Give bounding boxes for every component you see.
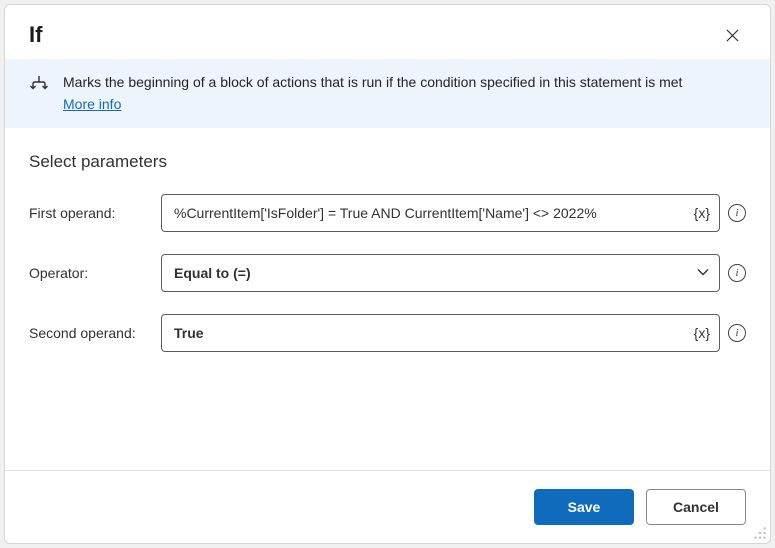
- dialog-title: If: [29, 22, 42, 48]
- variable-picker-icon[interactable]: {x}: [694, 325, 710, 341]
- info-icon-second-operand[interactable]: i: [728, 324, 746, 342]
- variable-picker-icon[interactable]: {x}: [694, 205, 710, 221]
- close-icon: [725, 28, 740, 43]
- if-dialog: If Marks the beginning of a block of act…: [4, 4, 771, 544]
- more-info-link[interactable]: More info: [63, 95, 121, 115]
- row-first-operand: First operand: {x} i: [29, 194, 746, 232]
- dialog-body: Select parameters First operand: {x} i O…: [5, 128, 770, 470]
- dialog-footer: Save Cancel: [5, 470, 770, 543]
- label-operator: Operator:: [29, 265, 153, 281]
- field-first-operand: {x}: [161, 194, 720, 232]
- row-operator: Operator: Equal to (=) i: [29, 254, 746, 292]
- banner-text: Marks the beginning of a block of action…: [63, 73, 682, 114]
- cancel-button[interactable]: Cancel: [646, 489, 746, 525]
- input-first-operand[interactable]: [161, 194, 720, 232]
- input-second-operand[interactable]: [161, 314, 720, 352]
- info-icon-operator[interactable]: i: [728, 264, 746, 282]
- field-second-operand: {x}: [161, 314, 720, 352]
- dialog-header: If: [5, 5, 770, 59]
- branch-icon: [29, 73, 49, 95]
- save-button[interactable]: Save: [534, 489, 634, 525]
- label-first-operand: First operand:: [29, 205, 153, 221]
- section-title: Select parameters: [29, 152, 746, 172]
- field-operator: Equal to (=): [161, 254, 720, 292]
- select-operator[interactable]: Equal to (=): [161, 254, 720, 292]
- banner-description: Marks the beginning of a block of action…: [63, 74, 682, 90]
- label-second-operand: Second operand:: [29, 325, 153, 341]
- info-banner: Marks the beginning of a block of action…: [5, 59, 770, 128]
- close-button[interactable]: [718, 21, 746, 49]
- select-operator-value: Equal to (=): [174, 265, 251, 281]
- row-second-operand: Second operand: {x} i: [29, 314, 746, 352]
- info-icon-first-operand[interactable]: i: [728, 204, 746, 222]
